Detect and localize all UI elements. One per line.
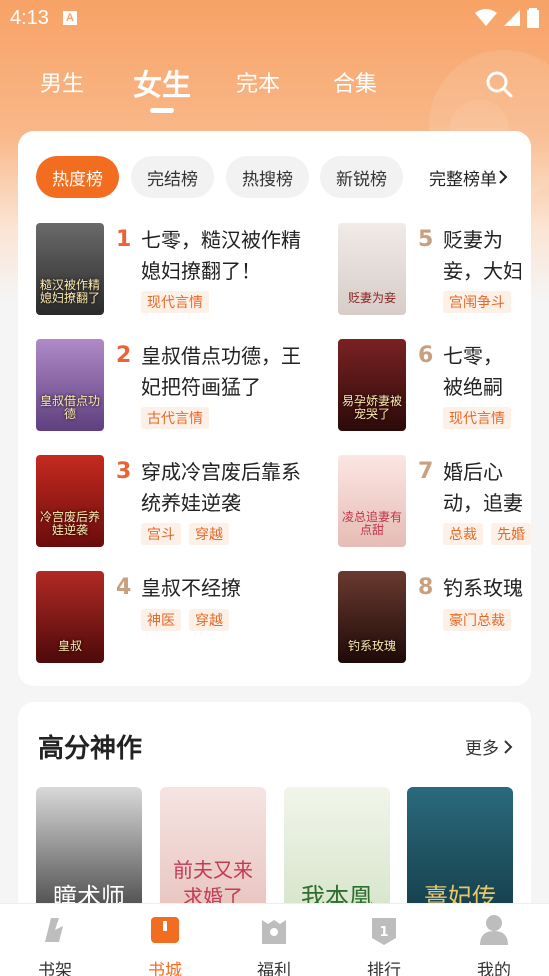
tab-male[interactable]: 男生 [40, 66, 84, 98]
book-cover: 皇叔 [36, 571, 104, 663]
book-tag: 穿越 [189, 523, 229, 545]
chip-hot[interactable]: 热度榜 [36, 156, 119, 198]
book-title: 七零，糙汉被作精媳妇撩翻了！ [141, 228, 301, 283]
book-tag: 现代言情 [443, 407, 511, 429]
book-item[interactable]: 皇叔借点功德 2 皇叔借点功德，王妃把符画猛了 古代言情 [36, 339, 336, 434]
book-tags: 宫闱争斗 [443, 291, 511, 313]
book-item[interactable]: 易孕娇妻被宠哭了 6 七零，被绝嗣 现代言情 [338, 339, 531, 434]
book-tag: 总裁 [443, 523, 483, 545]
book-tag: 宫斗 [141, 523, 181, 545]
ranking-card: 热度榜 完结榜 热搜榜 新锐榜 完整榜单 糙汉被作精媳妇撩翻了 1 七零，糙汉被… [18, 131, 531, 686]
rank-number: 8 [418, 575, 434, 600]
book-item[interactable]: 凌总追妻有点甜 7 婚后心动，追妻有 总裁 先婚 [338, 455, 531, 550]
book-title: 钓系玫瑰 [443, 576, 523, 600]
book-cover: 凌总追妻有点甜 [338, 455, 406, 547]
nav-bookshelf[interactable]: 书架 [15, 912, 95, 976]
nav-bookstore[interactable]: 书城 [125, 912, 205, 976]
nav-label: 福利 [257, 961, 291, 976]
ranking-column-2: 贬妻为妾 5 贬妻为妾，大妇她 宫闱争斗 易孕娇妻被宠哭了 6 七零，被绝嗣 现… [338, 131, 531, 686]
book-tags: 现代言情 [141, 291, 209, 313]
svg-text:1: 1 [379, 925, 388, 940]
book-item[interactable]: 皇叔 4 皇叔不经撩 神医 穿越 [36, 571, 336, 666]
nav-profile[interactable]: 我的 [454, 912, 534, 976]
chip-hot-search[interactable]: 热搜榜 [226, 156, 309, 198]
book-cover: 皇叔借点功德 [36, 339, 104, 431]
book-item[interactable]: 糙汉被作精媳妇撩翻了 1 七零，糙汉被作精媳妇撩翻了！ 现代言情 [36, 223, 336, 318]
rank-number: 7 [418, 459, 434, 484]
tab-completed[interactable]: 完本 [236, 66, 280, 98]
bookstore-icon [151, 917, 179, 943]
gift-icon [262, 920, 286, 944]
book-tag: 穿越 [189, 609, 229, 631]
book-item[interactable]: 冷宫废后养娃逆袭 3 穿成冷宫废后靠系统养娃逆袭 宫斗 穿越 [36, 455, 336, 550]
cover-text: 皇叔 [57, 639, 82, 653]
nav-welfare[interactable]: 福利 [234, 912, 314, 976]
top-tab-bar: 男生 女生 完本 合集 [0, 58, 549, 114]
cover-text: 钓系玫瑰 [347, 639, 396, 653]
section-title: 高分神作 [38, 734, 143, 764]
cover-text: 冷宫废后养娃逆袭 [40, 510, 101, 537]
book-item[interactable]: 贬妻为妾 5 贬妻为妾，大妇她 宫闱争斗 [338, 223, 531, 318]
battery-icon [527, 8, 539, 28]
book-cover: 钓系玫瑰 [338, 571, 406, 663]
book-item[interactable]: 钓系玫瑰 8 钓系玫瑰 豪门总裁 [338, 571, 531, 666]
book-tags: 宫斗 穿越 [141, 523, 229, 545]
rank-number: 4 [116, 575, 132, 600]
tab-female[interactable]: 女生 [133, 62, 191, 104]
wifi-icon [475, 9, 497, 26]
book-title: 皇叔借点功德，王妃把符画猛了 [141, 344, 301, 399]
chip-finished[interactable]: 完结榜 [131, 156, 214, 198]
cover-text: 易孕娇妻被宠哭了 [342, 394, 403, 421]
signal-icon [504, 10, 520, 26]
bottom-navigation: 书架 书城 福利 1 排行 我的 [0, 903, 549, 976]
book-tag: 古代言情 [141, 407, 209, 429]
book-tags: 总裁 先婚 [443, 523, 531, 545]
book-tags: 豪门总裁 [443, 609, 511, 631]
tab-collection[interactable]: 合集 [333, 66, 377, 98]
more-label: 更多 [465, 739, 499, 759]
status-time: 4:13 [10, 6, 49, 29]
book-tag: 豪门总裁 [443, 609, 511, 631]
book-cover: 冷宫废后养娃逆袭 [36, 455, 104, 547]
status-bar: 4:13 A [0, 0, 549, 36]
nav-label: 书城 [148, 961, 182, 976]
cover-text: 皇叔借点功德 [40, 394, 101, 421]
notification-icon: A [62, 11, 77, 25]
rank-number: 2 [116, 343, 132, 368]
ranking-icon: 1 [372, 918, 396, 945]
cover-text: 贬妻为妾 [347, 291, 396, 305]
nav-label: 书架 [38, 961, 72, 976]
rank-number: 1 [116, 227, 132, 252]
book-cover: 易孕娇妻被宠哭了 [338, 339, 406, 431]
book-tags: 现代言情 [443, 407, 511, 429]
search-icon[interactable] [485, 70, 513, 98]
nav-label: 我的 [477, 961, 511, 976]
nav-ranking[interactable]: 1 排行 [344, 912, 424, 976]
profile-icon [480, 915, 508, 945]
book-tags: 古代言情 [141, 407, 209, 429]
cover-text: 凌总追妻有点甜 [342, 510, 403, 537]
chevron-right-icon [504, 739, 513, 754]
book-cover: 贬妻为妾 [338, 223, 406, 315]
nav-label: 排行 [367, 961, 401, 976]
rank-number: 5 [418, 227, 434, 252]
book-title: 皇叔不经撩 [141, 576, 241, 600]
book-tag: 现代言情 [141, 291, 209, 313]
book-title: 穿成冷宫废后靠系统养娃逆袭 [141, 460, 301, 515]
tab-indicator [150, 108, 174, 113]
more-link[interactable]: 更多 [465, 734, 513, 759]
rank-number: 3 [116, 459, 132, 484]
status-icons [475, 8, 539, 28]
book-tag: 先婚 [491, 523, 531, 545]
cover-text: 糙汉被作精媳妇撩翻了 [40, 278, 101, 305]
book-title: 七零，被绝嗣 [443, 344, 503, 399]
rank-number: 6 [418, 343, 434, 368]
bookshelf-icon [45, 918, 63, 942]
book-tags: 神医 穿越 [141, 609, 229, 631]
book-cover: 糙汉被作精媳妇撩翻了 [36, 223, 104, 315]
book-tag: 宫闱争斗 [443, 291, 511, 313]
book-tag: 神医 [141, 609, 181, 631]
